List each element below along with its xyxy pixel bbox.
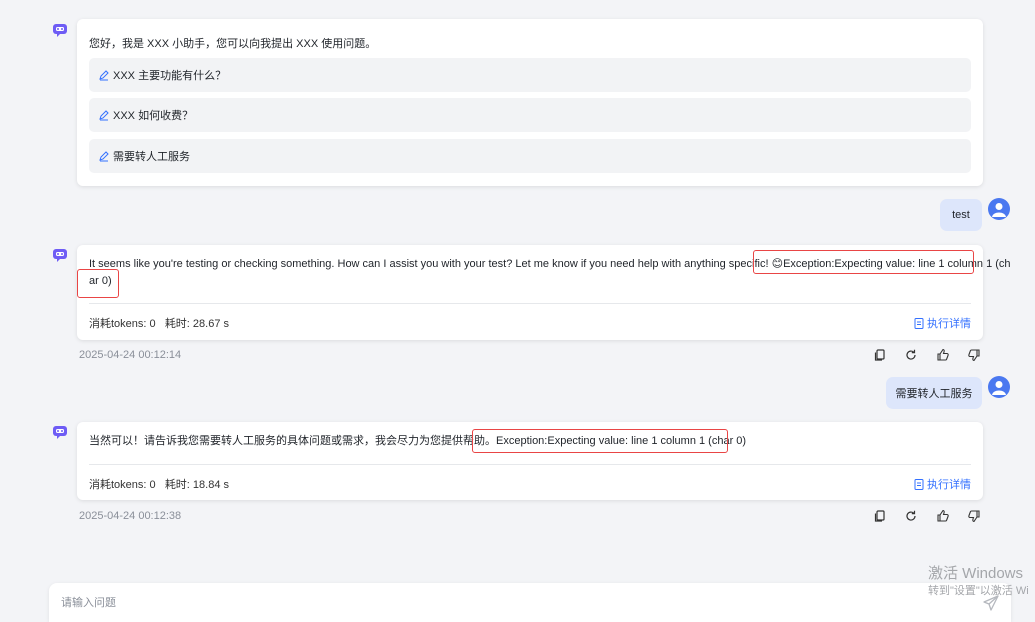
thumbs-up-icon[interactable] — [936, 509, 950, 523]
pen-icon — [99, 70, 109, 81]
execution-detail-link[interactable]: 执行详情 — [914, 476, 971, 492]
detail-label: 执行详情 — [927, 318, 971, 330]
tokens-label: 消耗tokens: 0 — [89, 318, 156, 330]
document-icon — [914, 317, 924, 329]
user-message-bubble: 需要转人工服务 — [886, 377, 982, 409]
refresh-icon[interactable] — [904, 509, 918, 523]
activation-watermark-title: 激活 Windows — [928, 565, 1024, 582]
user-message-bubble: test — [940, 199, 982, 231]
robot-icon — [53, 24, 67, 37]
error-highlight-box — [77, 269, 119, 298]
suggestion-label: XXX 如何收费？ — [113, 110, 194, 122]
detail-label: 执行详情 — [927, 479, 971, 491]
divider — [89, 464, 971, 465]
copy-icon[interactable] — [873, 509, 887, 523]
suggestion-item[interactable]: XXX 如何收费？ — [89, 98, 971, 132]
suggestion-label: XXX 主要功能有什么？ — [113, 70, 227, 82]
robot-icon — [53, 426, 67, 439]
greeting-text: 您好，我是 XXX 小助手，您可以向我提出 XXX 使用问题。 — [89, 38, 377, 50]
welcome-card: 您好，我是 XXX 小助手，您可以向我提出 XXX 使用问题。 XXX 主要功能… — [77, 19, 983, 186]
time-label: 耗时: 18.84 s — [164, 479, 230, 491]
user-message-text: 需要转人工服务 — [895, 388, 973, 400]
pen-icon — [99, 110, 109, 121]
refresh-icon[interactable] — [904, 348, 918, 362]
usage-meta: 消耗tokens: 0 耗时: 28.67 s — [89, 315, 229, 331]
message-timestamp: 2025-04-24 00:12:14 — [79, 349, 182, 361]
copy-icon[interactable] — [873, 348, 887, 362]
thumbs-down-icon[interactable] — [967, 348, 981, 362]
suggestion-label: 需要转人工服务 — [113, 151, 190, 163]
user-icon — [988, 376, 1010, 398]
usage-meta: 消耗tokens: 0 耗时: 18.84 s — [89, 476, 229, 492]
error-highlight-box — [472, 429, 728, 453]
user-message-text: test — [952, 209, 970, 221]
user-icon — [988, 198, 1010, 220]
activation-watermark-subtitle: 转到"设置"以激活 Wi — [928, 585, 1029, 597]
suggestion-item[interactable]: XXX 主要功能有什么？ — [89, 58, 971, 92]
message-timestamp: 2025-04-24 00:12:38 — [79, 510, 182, 522]
chat-input-bar — [49, 583, 1011, 622]
suggestion-item[interactable]: 需要转人工服务 — [89, 139, 971, 173]
tokens-label: 消耗tokens: 0 — [89, 479, 156, 491]
pen-icon — [99, 151, 109, 162]
time-label: 耗时: 28.67 s — [164, 318, 230, 330]
thumbs-down-icon[interactable] — [967, 509, 981, 523]
divider — [89, 303, 971, 304]
question-input[interactable] — [61, 593, 941, 613]
execution-detail-link[interactable]: 执行详情 — [914, 315, 971, 331]
error-highlight-box — [753, 250, 974, 274]
thumbs-up-icon[interactable] — [936, 348, 950, 362]
robot-icon — [53, 249, 67, 262]
document-icon — [914, 478, 924, 490]
